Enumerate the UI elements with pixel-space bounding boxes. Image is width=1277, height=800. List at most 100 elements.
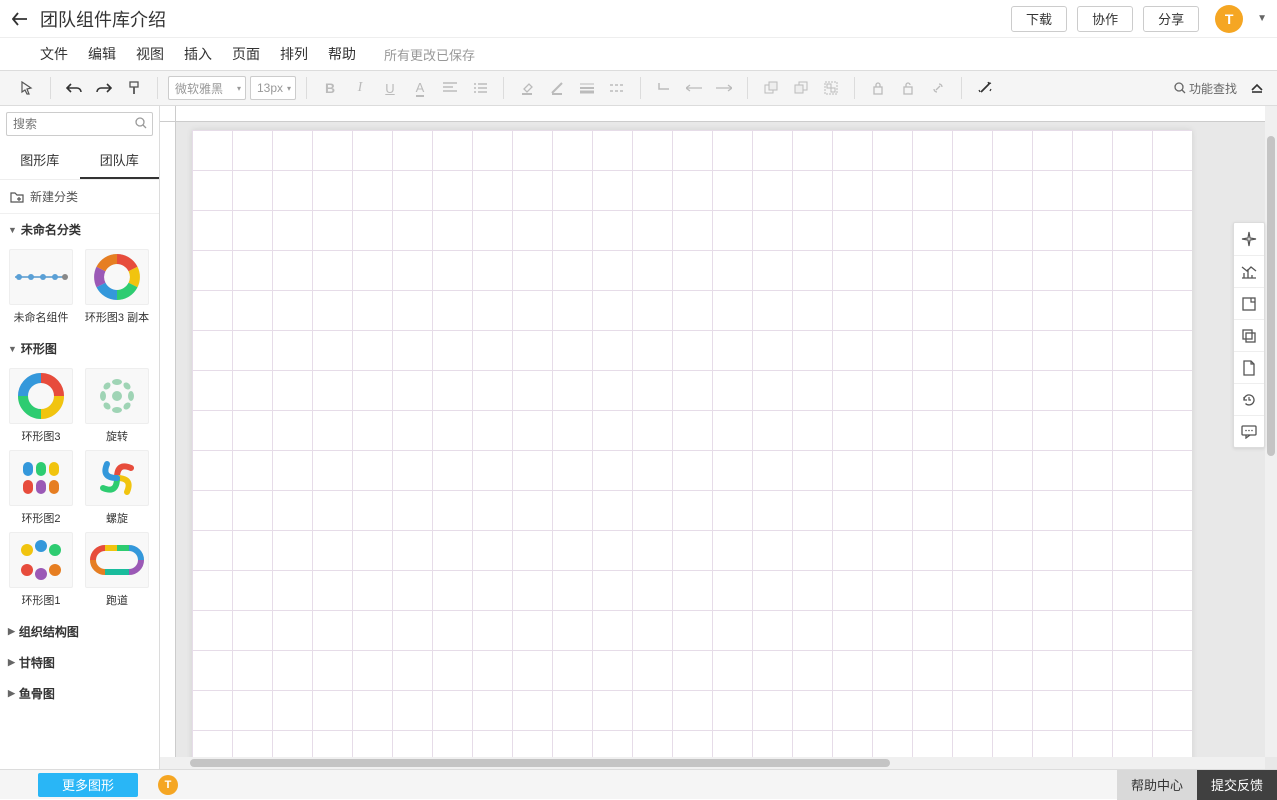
line-color-icon[interactable] [544,75,570,101]
arrow-start-icon[interactable] [681,75,707,101]
footer: 更多图形 T 帮助中心 提交反馈 [0,769,1277,799]
list-icon[interactable] [467,75,493,101]
thumb-label: 环形图3 [21,428,60,444]
category-label: 鱼骨图 [19,685,55,702]
category-header-org[interactable]: ▶ 组织结构图 [0,616,159,647]
history-icon[interactable] [1234,383,1264,415]
collapse-toolbar-icon[interactable] [1245,76,1269,100]
underline-icon[interactable]: U [377,75,403,101]
component-ring2[interactable]: 环形图2 [6,450,76,526]
main-area: 图形库 团队库 新建分类 ▼ 未命名分类 未命名组件 [0,106,1277,769]
page-size-icon[interactable] [1234,287,1264,319]
ruler-vertical[interactable] [160,122,176,757]
menu-edit[interactable]: 编辑 [88,44,116,64]
redo-icon[interactable] [91,75,117,101]
bring-front-icon[interactable] [758,75,784,101]
comments-icon[interactable] [1234,415,1264,447]
category-label: 甘特图 [19,654,55,671]
ruler-horizontal[interactable] [176,106,1265,122]
group-icon[interactable] [818,75,844,101]
component-ring1[interactable]: 环形图1 [6,532,76,608]
footer-avatar[interactable]: T [158,775,178,795]
bold-icon[interactable]: B [317,75,343,101]
send-back-icon[interactable] [788,75,814,101]
menu-page[interactable]: 页面 [232,44,260,64]
component-track[interactable]: 跑道 [82,532,152,608]
link-icon[interactable] [925,75,951,101]
component-ring3-copy[interactable]: 环形图3 副本 [82,249,152,325]
component-spiral[interactable]: 螺旋 [82,450,152,526]
user-avatar[interactable]: T [1215,5,1243,33]
search-icon [135,117,147,129]
tab-team-library[interactable]: 团队库 [80,142,160,179]
category-header-unnamed[interactable]: ▼ 未命名分类 [0,214,159,245]
search-input[interactable] [6,112,153,136]
feature-search[interactable]: 功能查找 [1174,80,1237,97]
unlock-icon[interactable] [895,75,921,101]
back-icon[interactable] [10,9,30,29]
line-style-icon[interactable] [604,75,630,101]
category-header-ring[interactable]: ▼ 环形图 [0,333,159,364]
italic-icon[interactable]: I [347,75,373,101]
pointer-icon[interactable] [14,75,40,101]
chevron-right-icon: ▶ [8,626,15,637]
align-icon[interactable] [437,75,463,101]
chevron-down-icon: ▼ [8,344,17,354]
menu-file[interactable]: 文件 [40,44,68,64]
menu-help[interactable]: 帮助 [328,44,356,64]
canvas[interactable] [192,130,1192,757]
menu-view[interactable]: 视图 [136,44,164,64]
magic-wand-icon[interactable] [972,75,998,101]
scrollbar-horizontal[interactable] [160,757,1265,769]
save-status: 所有更改已保存 [384,45,475,64]
new-category-label: 新建分类 [30,188,78,205]
component-ring3[interactable]: 环形图3 [6,368,76,444]
font-size-select[interactable]: 13px [250,76,296,100]
undo-icon[interactable] [61,75,87,101]
thumb-label: 螺旋 [106,510,128,526]
thumb-label: 环形图1 [21,592,60,608]
new-category-button[interactable]: 新建分类 [0,180,159,214]
thumb-label: 未命名组件 [14,309,69,325]
connector-elbow-icon[interactable] [651,75,677,101]
font-family-select[interactable]: 微软雅黑 [168,76,246,100]
font-color-icon[interactable]: A [407,75,433,101]
category-header-fishbone[interactable]: ▶ 鱼骨图 [0,678,159,709]
chevron-right-icon: ▶ [8,688,15,699]
chevron-down-icon[interactable]: ▼ [1257,13,1267,24]
category-label: 组织结构图 [19,623,79,640]
thumb-label: 跑道 [106,592,128,608]
help-center-button[interactable]: 帮助中心 [1117,770,1197,800]
arrow-end-icon[interactable] [711,75,737,101]
format-painter-icon[interactable] [121,75,147,101]
category-label: 环形图 [21,340,57,357]
lock-icon[interactable] [865,75,891,101]
thumb-label: 环形图3 副本 [85,309,149,325]
category-header-gantt[interactable]: ▶ 甘特图 [0,647,159,678]
document-title[interactable]: 团队组件库介绍 [40,6,1011,32]
tab-shapes-library[interactable]: 图形库 [0,142,80,179]
fill-color-icon[interactable] [514,75,540,101]
menu-insert[interactable]: 插入 [184,44,212,64]
feedback-button[interactable]: 提交反馈 [1197,770,1277,800]
feature-search-label: 功能查找 [1189,80,1237,97]
category-label: 未命名分类 [21,221,81,238]
metrics-icon[interactable] [1234,255,1264,287]
chevron-right-icon: ▶ [8,657,15,668]
collaborate-button[interactable]: 协作 [1077,6,1133,32]
menu-arrange[interactable]: 排列 [280,44,308,64]
canvas-area [160,106,1277,769]
header: 团队组件库介绍 下载 协作 分享 T ▼ [0,0,1277,38]
new-page-icon[interactable] [1234,351,1264,383]
scrollbar-vertical[interactable] [1265,106,1277,757]
component-rotate[interactable]: 旋转 [82,368,152,444]
share-button[interactable]: 分享 [1143,6,1199,32]
thumb-label: 环形图2 [21,510,60,526]
line-width-icon[interactable] [574,75,600,101]
layers-icon[interactable] [1234,319,1264,351]
component-unnamed[interactable]: 未命名组件 [6,249,76,325]
navigator-icon[interactable] [1234,223,1264,255]
more-shapes-button[interactable]: 更多图形 [38,773,138,797]
chevron-down-icon: ▼ [8,225,17,235]
download-button[interactable]: 下载 [1011,6,1067,32]
